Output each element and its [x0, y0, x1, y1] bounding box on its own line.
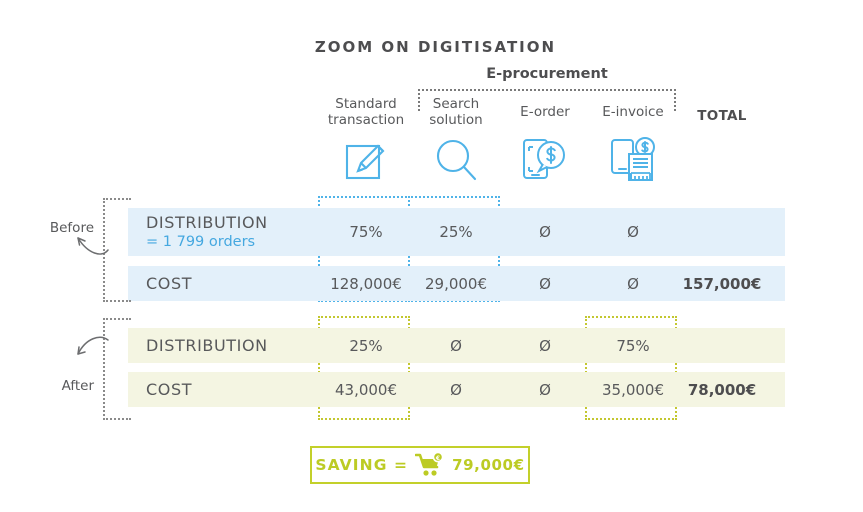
- icon-cell-eorder: [497, 134, 593, 186]
- table-row: DISTRIBUTION = 1 799 orders 75% 25% Ø Ø: [128, 208, 785, 256]
- row-label-main: DISTRIBUTION: [146, 213, 268, 233]
- row-label-main: COST: [146, 274, 192, 294]
- eprocurement-group-label: E-procurement: [418, 66, 676, 82]
- saving-label: SAVING =: [315, 456, 408, 474]
- column-header-einvoice: E-invoice: [585, 104, 681, 120]
- cell-before-distribution-search: 25%: [408, 208, 504, 256]
- cell-after-cost-total: 78,000€: [674, 372, 770, 407]
- page-title: ZOOM ON DIGITISATION: [0, 38, 863, 56]
- row-label-after-cost: COST: [146, 372, 192, 407]
- column-header-search-line2: solution: [408, 112, 504, 128]
- cell-before-cost-eorder: Ø: [497, 266, 593, 301]
- section-arrow-after-icon: [70, 330, 116, 364]
- shopping-cart-euro-icon: €: [415, 452, 445, 478]
- cell-before-distribution-einvoice: Ø: [585, 208, 681, 256]
- cell-before-cost-einvoice: Ø: [585, 266, 681, 301]
- cell-before-cost-standard: 128,000€: [318, 266, 414, 301]
- icon-cell-standard: [318, 134, 414, 186]
- column-header-einvoice-line1: E-invoice: [602, 104, 663, 120]
- column-header-total-line1: TOTAL: [697, 108, 746, 124]
- row-label-before-distribution: DISTRIBUTION = 1 799 orders: [146, 208, 268, 256]
- cell-after-distribution-standard: 25%: [318, 328, 414, 363]
- row-label-after-distribution: DISTRIBUTION: [146, 328, 268, 363]
- column-header-standard-line1: Standard: [335, 96, 396, 112]
- cell-before-distribution-total: [674, 208, 770, 256]
- section-arrow-before-icon: [70, 232, 116, 266]
- mobile-payment-icon: [519, 134, 571, 153]
- saving-amount: 79,000€: [452, 456, 525, 474]
- table-row: COST 43,000€ Ø Ø 35,000€ 78,000€: [128, 372, 785, 407]
- column-header-eorder-line1: E-order: [520, 104, 570, 120]
- table-row: DISTRIBUTION 25% Ø Ø 75%: [128, 328, 785, 363]
- column-header-search: Search solution: [408, 96, 504, 128]
- row-label-main: COST: [146, 380, 192, 400]
- column-header-eorder: E-order: [497, 104, 593, 120]
- column-header-total: TOTAL: [674, 108, 770, 124]
- section-label-after: After: [14, 378, 94, 394]
- pencil-square-icon: [341, 134, 391, 153]
- table-row: COST 128,000€ 29,000€ Ø Ø 157,000€: [128, 266, 785, 301]
- cell-after-distribution-total: [674, 328, 770, 363]
- mobile-invoice-icon: [607, 134, 659, 153]
- icon-cell-einvoice: [585, 134, 681, 186]
- column-header-standard-line2: transaction: [318, 112, 414, 128]
- column-header-search-line1: Search: [433, 96, 479, 112]
- cell-after-cost-standard: 43,000€: [318, 372, 414, 407]
- cell-before-cost-search: 29,000€: [408, 266, 504, 301]
- cell-after-cost-search: Ø: [408, 372, 504, 407]
- cell-after-distribution-search: Ø: [408, 328, 504, 363]
- row-label-before-cost: COST: [146, 266, 192, 301]
- cell-before-distribution-standard: 75%: [318, 208, 414, 256]
- svg-text:€: €: [435, 455, 440, 462]
- cell-after-cost-eorder: Ø: [497, 372, 593, 407]
- row-label-sub: = 1 799 orders: [146, 233, 255, 252]
- page-title-text: ZOOM ON DIGITISATION: [315, 38, 556, 56]
- magnifier-icon: [431, 134, 481, 153]
- saving-banner: SAVING = € 79,000€: [310, 446, 530, 484]
- icon-cell-search: [408, 134, 504, 186]
- cell-after-cost-einvoice: 35,000€: [585, 372, 681, 407]
- cell-before-cost-total: 157,000€: [674, 266, 770, 301]
- cell-after-distribution-eorder: Ø: [497, 328, 593, 363]
- cell-before-distribution-eorder: Ø: [497, 208, 593, 256]
- column-header-standard: Standard transaction: [318, 96, 414, 128]
- row-label-main: DISTRIBUTION: [146, 336, 268, 356]
- cell-after-distribution-einvoice: 75%: [585, 328, 681, 363]
